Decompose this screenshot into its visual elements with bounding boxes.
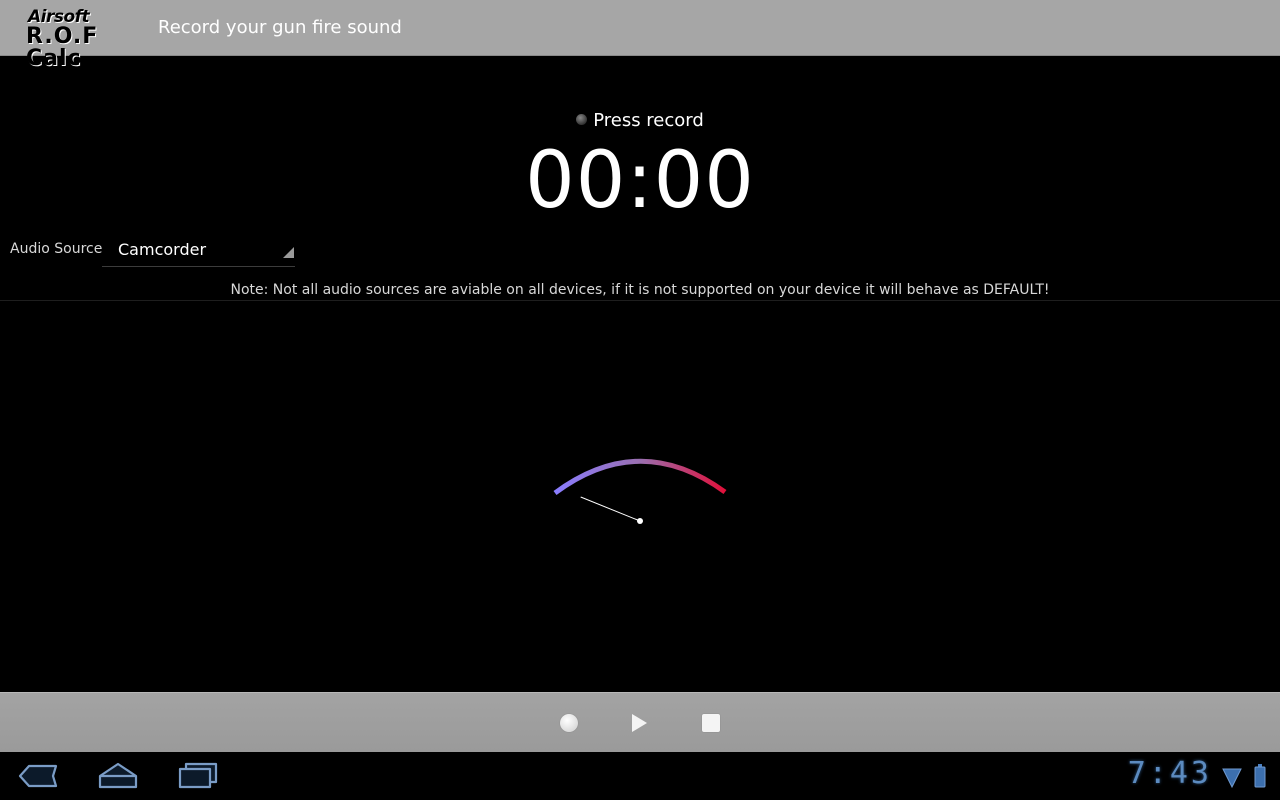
spinner-arrow-icon [283, 247, 294, 258]
home-icon [98, 762, 138, 789]
level-gauge [553, 458, 727, 524]
action-bar: Airsoft R.O.F Calc Record your gun fire … [0, 0, 1280, 70]
play-button[interactable] [627, 711, 651, 735]
playback-controls [0, 692, 1280, 753]
back-button[interactable] [16, 760, 60, 792]
audio-source-note: Note: Not all audio sources are aviable … [230, 282, 1050, 298]
gauge-pivot [637, 518, 643, 524]
app-logo[interactable]: Airsoft R.O.F Calc [24, 6, 134, 70]
record-button[interactable] [557, 711, 581, 735]
page-title: Record your gun fire sound [158, 17, 402, 38]
wifi-icon [1222, 768, 1242, 788]
gauge-needle [580, 496, 641, 522]
play-icon [631, 714, 647, 732]
record-status-text: Press record [593, 110, 704, 131]
back-icon [18, 764, 58, 788]
stop-icon [702, 714, 720, 732]
stop-button[interactable] [699, 711, 723, 735]
app-screen: Airsoft R.O.F Calc Record your gun fire … [0, 0, 1280, 800]
record-status: Press record [0, 110, 1280, 131]
audio-source-value: Camcorder [118, 240, 207, 259]
logo-line2: R.O.F Calc [26, 24, 99, 71]
divider [0, 300, 1280, 301]
gauge-arc [553, 458, 727, 496]
record-timer: 00:00 [525, 136, 755, 226]
status-indicator-icon [576, 114, 588, 125]
audio-source-label: Audio Source [10, 241, 103, 257]
recent-apps-button[interactable] [176, 760, 220, 792]
system-bar: 7:43 [0, 752, 1280, 800]
recent-apps-icon [178, 762, 218, 789]
audio-source-spinner[interactable]: Camcorder [102, 234, 295, 267]
battery-icon [1254, 764, 1266, 788]
record-icon [560, 714, 578, 732]
home-button[interactable] [96, 760, 140, 792]
status-clock[interactable]: 7:43 [1128, 759, 1212, 789]
